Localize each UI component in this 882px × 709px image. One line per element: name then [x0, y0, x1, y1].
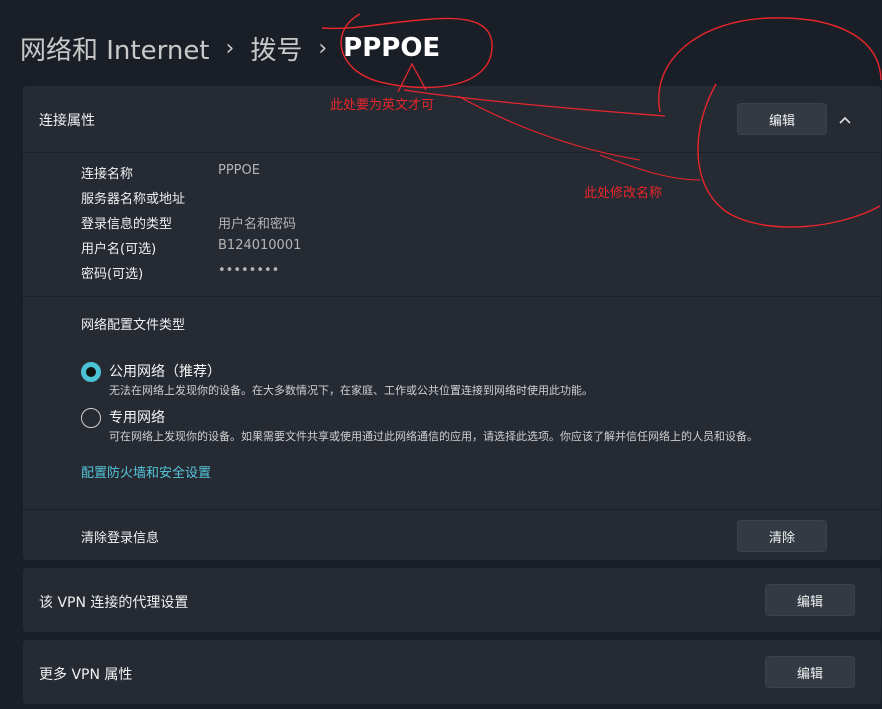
property-key: 登录信息的类型: [81, 217, 173, 232]
vpn-proxy-label: 该 VPN 连接的代理设置: [39, 595, 189, 611]
property-value: PPPOE: [218, 163, 260, 178]
more-vpn-properties-label: 更多 VPN 属性: [39, 667, 133, 683]
network-profile-title: 网络配置文件类型: [81, 318, 186, 333]
breadcrumb-network[interactable]: 网络和 Internet: [20, 30, 210, 67]
more-vpn-properties-card: 更多 VPN 属性 编辑: [23, 640, 881, 704]
edit-more-properties-button[interactable]: 编辑: [765, 656, 855, 688]
property-row: 用户名(可选) B124010001: [81, 238, 301, 260]
breadcrumb-separator: ›: [225, 35, 235, 61]
breadcrumb: 网络和 Internet › 拨号 › PPPOE: [20, 28, 440, 68]
clear-button[interactable]: 清除: [737, 520, 827, 552]
connection-properties-header[interactable]: 连接属性 编辑: [23, 86, 881, 153]
property-value: B124010001: [218, 238, 302, 253]
property-row: 连接名称 PPPOE: [81, 163, 260, 185]
connection-properties-list: 连接名称 PPPOE 服务器名称或地址 登录信息的类型 用户名和密码 用户名(可…: [23, 153, 881, 297]
network-profile-section: 网络配置文件类型 公用网络（推荐） 无法在网络上发现你的设备。在大多数情况下，在…: [23, 297, 881, 510]
private-network-description: 可在网络上发现你的设备。如果需要文件共享或使用通过此网络通信的应用，请选择此选项…: [109, 430, 758, 443]
clear-login-row: 清除登录信息 清除: [23, 510, 881, 560]
public-network-radio[interactable]: [81, 362, 101, 382]
annotation-rename-note: 此处修改名称: [584, 186, 663, 201]
property-key: 用户名(可选): [81, 242, 157, 257]
edit-proxy-button[interactable]: 编辑: [765, 584, 855, 616]
clear-login-label: 清除登录信息: [81, 531, 160, 546]
edit-connection-button[interactable]: 编辑: [737, 103, 827, 135]
private-network-radio[interactable]: [81, 408, 101, 428]
property-key: 服务器名称或地址: [81, 192, 186, 207]
public-network-label[interactable]: 公用网络（推荐）: [109, 361, 221, 381]
private-network-label[interactable]: 专用网络: [109, 407, 165, 427]
connection-properties-card: 连接属性 编辑 连接名称 PPPOE 服务器名称或地址 登录信息的类型 用户名和…: [23, 86, 881, 560]
property-row: 登录信息的类型 用户名和密码: [81, 213, 296, 235]
property-value: ••••••••: [218, 263, 280, 278]
property-key: 密码(可选): [81, 267, 144, 282]
annotation-english-note: 此处要为英文才可: [330, 98, 435, 113]
chevron-up-icon[interactable]: [835, 110, 855, 130]
breadcrumb-dialup[interactable]: 拨号: [250, 30, 302, 67]
property-row: 服务器名称或地址: [81, 188, 218, 210]
vpn-proxy-card: 该 VPN 连接的代理设置 编辑: [23, 568, 881, 632]
public-network-description: 无法在网络上发现你的设备。在大多数情况下，在家庭、工作或公共位置连接到网络时使用…: [109, 384, 593, 397]
firewall-settings-link[interactable]: 配置防火墙和安全设置: [81, 462, 211, 481]
property-key: 连接名称: [81, 167, 134, 182]
property-value: 用户名和密码: [218, 217, 297, 232]
connection-properties-label: 连接属性: [39, 113, 95, 129]
page-title: PPPOE: [343, 33, 441, 63]
property-row: 密码(可选) ••••••••: [81, 263, 279, 285]
breadcrumb-separator: ›: [318, 35, 328, 61]
